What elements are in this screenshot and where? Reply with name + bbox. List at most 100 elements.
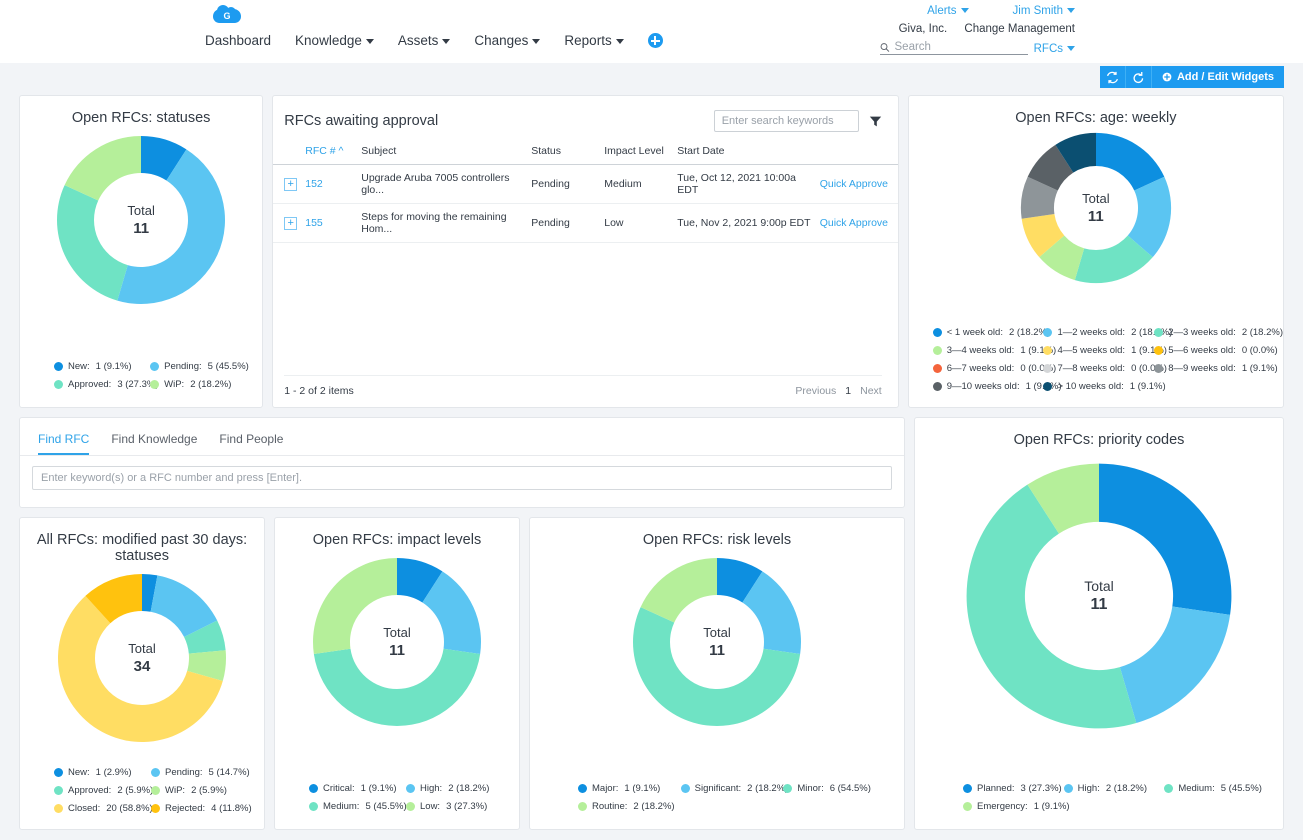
app-logo[interactable]: G (213, 5, 241, 25)
legend-item[interactable]: Medium: 5 (45.5%) (1164, 783, 1265, 794)
legend-label: Critical: (323, 783, 355, 794)
col-subject[interactable]: Subject (357, 141, 528, 165)
legend-item[interactable]: 6—7 weeks old: 0 (0.0%) (932, 363, 1056, 374)
legend-value: 2 (18.2%) (1105, 783, 1148, 794)
legend-item[interactable]: New: 1 (9.1%) (54, 361, 150, 372)
legend-item[interactable]: > 10 weeks old: 1 (9.1%) (1043, 381, 1166, 392)
col-start-date[interactable]: Start Date (673, 141, 816, 165)
widget-title: Open RFCs: age: weekly (1015, 110, 1177, 126)
legend-item[interactable]: Significant: 2 (18.2%) (680, 783, 788, 794)
pager-next[interactable]: Next (860, 385, 882, 397)
donut-segment[interactable] (313, 558, 397, 654)
nav-item-knowledge[interactable]: Knowledge (295, 33, 374, 48)
search-scope-selector[interactable]: RFCs (1034, 43, 1075, 55)
legend-item[interactable]: Minor: 6 (54.5%) (783, 783, 886, 794)
donut-segment[interactable] (57, 185, 128, 301)
legend-item[interactable]: 3—4 weeks old: 1 (9.1%) (932, 345, 1056, 356)
nav-item-dashboard[interactable]: Dashboard (205, 33, 271, 48)
cell-rfc-number[interactable]: 152 (301, 164, 358, 204)
legend-item[interactable]: High: 2 (18.2%) (1063, 783, 1165, 794)
find-input[interactable] (32, 466, 892, 490)
pager-current-page[interactable]: 1 (845, 385, 851, 397)
expand-row-button[interactable]: + (284, 216, 298, 230)
col-rfc-number[interactable]: RFC # ^ (301, 141, 358, 165)
col-impact-level[interactable]: Impact Level (600, 141, 674, 165)
table-row[interactable]: + 155 Steps for moving the remaining Hom… (273, 203, 898, 243)
tab-find-rfc[interactable]: Find RFC (38, 432, 90, 455)
donut-chart-age-weekly[interactable]: Total 11 (1020, 132, 1172, 284)
legend-item[interactable]: Planned: 3 (27.3%) (963, 783, 1064, 794)
donut-chart-priority-codes[interactable]: Total 11 (965, 462, 1233, 730)
donut-segment[interactable] (313, 648, 481, 727)
legend-item[interactable]: WiP: 2 (5.9%) (151, 785, 248, 796)
reset-layout-button[interactable] (1125, 66, 1152, 88)
legend-value: 2 (18.2%) (190, 379, 232, 390)
tab-find-knowledge[interactable]: Find Knowledge (111, 432, 197, 455)
table-search-input[interactable] (713, 110, 859, 132)
legend-item[interactable]: New: 1 (2.9%) (54, 767, 151, 778)
legend-item[interactable]: WiP: 2 (18.2%) (150, 379, 246, 390)
global-search[interactable] (879, 41, 1028, 55)
legend-item[interactable]: Pending: 5 (45.5%) (150, 361, 249, 372)
tab-label: Find People (219, 432, 284, 446)
legend-item[interactable]: 8—9 weeks old: 1 (9.1%) (1154, 363, 1278, 374)
col-status[interactable]: Status (527, 141, 601, 165)
legend-item[interactable]: 7—8 weeks old: 0 (0.0%) (1043, 363, 1167, 374)
col-expand (273, 141, 302, 165)
alerts-menu[interactable]: Alerts (927, 5, 969, 17)
legend-item[interactable]: Major: 1 (9.1%) (578, 783, 681, 794)
legend-label: Pending: (165, 767, 203, 778)
table-row[interactable]: + 152 Upgrade Aruba 7005 controllers glo… (273, 164, 898, 204)
legend-value: 1 (9.1%) (1241, 363, 1278, 374)
legend-item[interactable]: Pending: 5 (14.7%) (151, 767, 250, 778)
legend-value: 1 (2.9%) (95, 767, 132, 778)
legend-item[interactable]: Medium: 5 (45.5%) (309, 801, 407, 812)
legend-item[interactable]: 4—5 weeks old: 1 (9.1%) (1043, 345, 1167, 356)
legend-label: New: (68, 361, 90, 372)
nav-item-assets[interactable]: Assets (398, 33, 451, 48)
donut-segment[interactable] (1119, 606, 1231, 724)
donut-chart-modified-30[interactable]: Total 34 (57, 573, 227, 743)
quick-approve-link[interactable]: Quick Approve (815, 164, 898, 204)
legend-item[interactable]: Low: 3 (27.3%) (406, 801, 503, 812)
legend-item[interactable]: Approved: 3 (27.3%) (54, 379, 159, 390)
cell-impact: Low (600, 203, 674, 243)
nav-label: Changes (474, 33, 529, 48)
global-search-input[interactable] (894, 41, 1028, 53)
legend-item[interactable]: 2—3 weeks old: 2 (18.2%) (1154, 327, 1283, 338)
nav-item-reports[interactable]: Reports (564, 33, 624, 48)
legend-value: 5 (45.5%) (365, 801, 407, 812)
legend-item[interactable]: Approved: 2 (5.9%) (54, 785, 153, 796)
legend-item[interactable]: < 1 week old: 2 (18.2%) (932, 327, 1050, 338)
legend-item[interactable]: Emergency: 1 (9.1%) (963, 801, 1070, 812)
legend-label: < 1 week old: (946, 327, 1003, 338)
legend-item[interactable]: Rejected: 4 (11.8%) (151, 803, 252, 814)
legend-item[interactable]: Routine: 2 (18.2%) (578, 801, 681, 812)
add-edit-widgets-button[interactable]: Add / Edit Widgets (1151, 66, 1284, 88)
legend-item[interactable]: 9—10 weeks old:1 (9.1%) (932, 381, 1062, 392)
legend-item[interactable]: 5—6 weeks old: 0 (0.0%) (1154, 345, 1278, 356)
user-menu[interactable]: Jim Smith (1013, 5, 1075, 17)
plus-circle-icon[interactable] (647, 33, 663, 48)
donut-chart-open-statuses[interactable]: Total 11 (56, 135, 226, 305)
tab-find-people[interactable]: Find People (219, 432, 283, 455)
legend-item[interactable]: 1—2 weeks old: 2 (18.2%) (1043, 327, 1172, 338)
find-tabs: Find RFC Find Knowledge Find People (20, 418, 904, 456)
filter-icon[interactable] (869, 115, 882, 128)
legend-value: 6 (54.5%) (829, 783, 871, 794)
pager-previous[interactable]: Previous (795, 385, 836, 397)
expand-row-button[interactable]: + (284, 177, 298, 191)
rfcs-table: RFC # ^ Subject Status Impact Level Star… (273, 141, 898, 243)
refresh-button[interactable] (1099, 66, 1126, 88)
legend-item[interactable]: Closed: 20 (58.8%) (54, 803, 153, 814)
legend-label: 8—9 weeks old: (1168, 363, 1236, 374)
donut-segment[interactable] (1099, 463, 1232, 615)
donut-chart-impact-levels[interactable]: Total 11 (312, 557, 482, 727)
donut-chart-risk-levels[interactable]: Total 11 (632, 557, 802, 727)
quick-approve-link[interactable]: Quick Approve (815, 203, 898, 243)
legend-item[interactable]: High: 2 (18.2%) (406, 783, 503, 794)
cell-rfc-number[interactable]: 155 (301, 203, 358, 243)
legend-item[interactable]: Critical: 1 (9.1%) (309, 783, 406, 794)
legend-label: Routine: (592, 801, 628, 812)
nav-item-changes[interactable]: Changes (474, 33, 541, 48)
